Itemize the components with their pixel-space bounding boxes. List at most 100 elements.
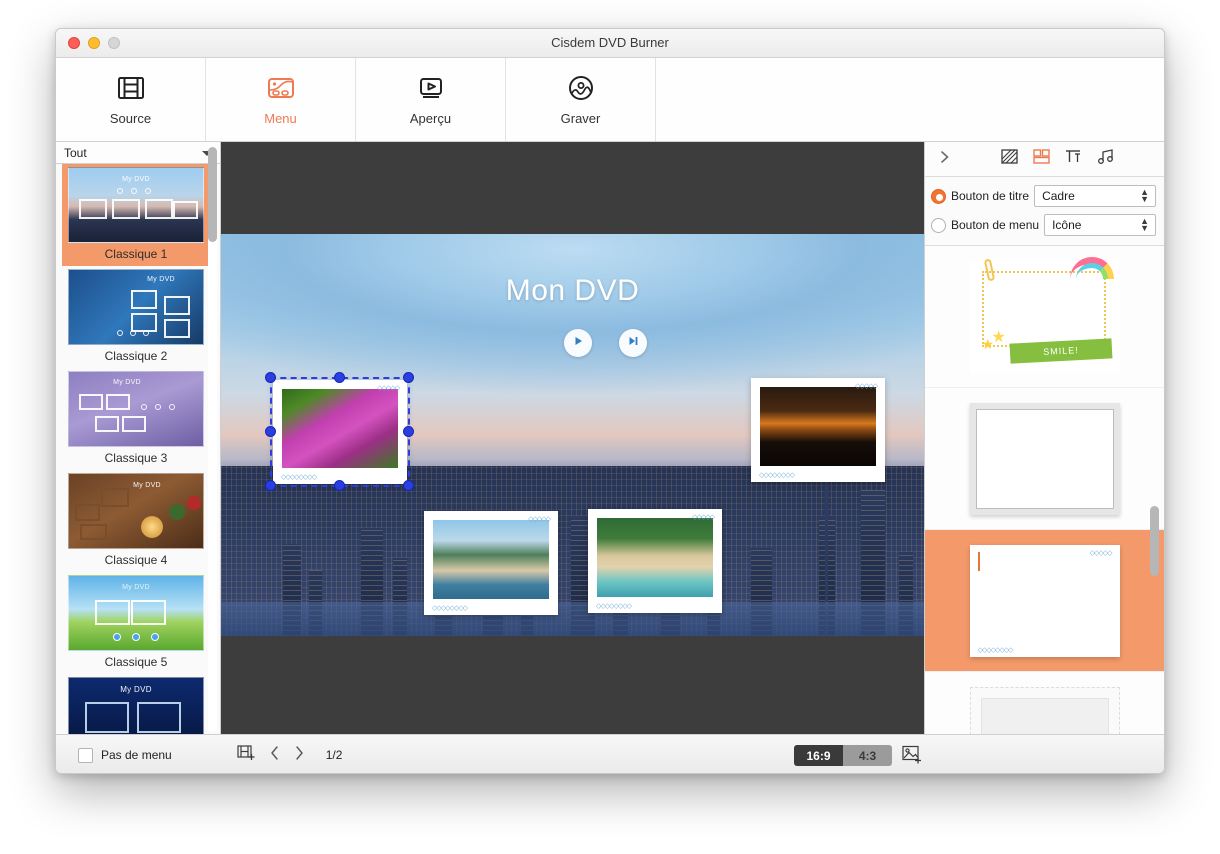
frame-preview-smile: ★ ★ SMILE! xyxy=(970,261,1120,373)
template-item-classique-3[interactable]: My DVD Classique 3 xyxy=(62,368,210,470)
aspect-ratio-4-3[interactable]: 4:3 xyxy=(843,745,892,766)
tab-layout[interactable] xyxy=(1025,143,1057,175)
stepper-icon: ▲▼ xyxy=(1140,189,1149,203)
resize-handle-e[interactable] xyxy=(403,426,414,437)
toolbar-label-menu: Menu xyxy=(264,111,297,126)
template-thumbnail: My DVD xyxy=(68,269,204,345)
template-item-classique-2[interactable]: My DVD Classique 2 xyxy=(62,266,210,368)
template-scrollbar-thumb[interactable] xyxy=(208,147,217,242)
toolbar-item-menu[interactable]: Menu xyxy=(206,58,356,141)
toolbar-item-source[interactable]: Source xyxy=(56,58,206,141)
add-image-button[interactable] xyxy=(901,744,923,770)
photo-frame-sunset[interactable]: ◇◇◇◇◇ ◇◇◇◇◇◇◇◇ xyxy=(751,378,885,482)
selection-box[interactable] xyxy=(270,377,410,487)
resize-handle-ne[interactable] xyxy=(403,372,414,383)
tab-text[interactable] xyxy=(1057,143,1089,175)
template-item-classique-4[interactable]: My DVD Classique 4 xyxy=(62,470,210,572)
frame-decoration-bottom: ◇◇◇◇◇◇◇◇ xyxy=(978,646,1013,654)
aspect-ratio-16-9[interactable]: 16:9 xyxy=(794,745,843,766)
template-list[interactable]: My DVD Classique 1 My DVD xyxy=(56,164,220,734)
template-filter-dropdown[interactable]: Tout xyxy=(56,142,220,164)
option-row-menu-button: Bouton de menu Icône ▲▼ xyxy=(931,213,1156,237)
frame-decoration-top: ◇◇◇◇◇ xyxy=(692,513,714,521)
frame-preview-orange: ◇◇◇◇◇ ◇◇◇◇◇◇◇◇ xyxy=(970,545,1120,657)
preview-canvas[interactable]: Mon DVD xyxy=(221,142,924,734)
add-scene-button[interactable] xyxy=(236,743,256,768)
layout-grid-icon xyxy=(1032,147,1051,171)
template-thumbnail: My DVD xyxy=(68,575,204,651)
inspector-panel: Bouton de titre Cadre ▲▼ Bouton de menu … xyxy=(924,142,1164,734)
frame-style-stamp[interactable] xyxy=(925,672,1164,734)
frame-style-smile[interactable]: ★ ★ SMILE! xyxy=(925,246,1164,388)
menu-title-text[interactable]: Mon DVD xyxy=(221,274,924,308)
chevron-right-icon xyxy=(937,149,953,170)
main-toolbar: Source Menu Ap xyxy=(56,58,1164,142)
next-scene-button[interactable] xyxy=(619,329,647,357)
app-window: Cisdem DVD Burner Source xyxy=(55,28,1165,774)
tab-background[interactable] xyxy=(993,143,1025,175)
frame-preview-inner xyxy=(978,552,980,571)
window-title: Cisdem DVD Burner xyxy=(56,35,1164,50)
panel-collapse-button[interactable] xyxy=(931,143,959,175)
toolbar-item-preview[interactable]: Aperçu xyxy=(356,58,506,141)
main-body: Tout My DVD Classique 1 xyxy=(56,142,1164,734)
template-name: Classique 2 xyxy=(62,345,210,368)
tab-music[interactable] xyxy=(1089,143,1121,175)
frame-preview-stamp xyxy=(970,687,1120,735)
photo-frame-beach[interactable]: ◇◇◇◇◇ ◇◇◇◇◇◇◇◇ xyxy=(588,509,722,613)
toolbar-label-preview: Aperçu xyxy=(410,111,451,126)
music-note-icon xyxy=(1096,147,1115,171)
template-filter-value: Tout xyxy=(64,146,87,160)
select-menu-button-style[interactable]: Icône ▲▼ xyxy=(1044,214,1156,236)
resize-handle-se[interactable] xyxy=(403,480,414,491)
bottom-toolbar: Pas de menu xyxy=(56,734,1164,774)
template-name: Classique 5 xyxy=(62,651,210,674)
page-indicator: 1/2 xyxy=(326,748,343,762)
select-title-button-value: Cadre xyxy=(1042,189,1075,203)
label-menu-button: Bouton de menu xyxy=(951,218,1039,232)
template-item-classique-1[interactable]: My DVD Classique 1 xyxy=(62,164,210,266)
select-menu-button-value: Icône xyxy=(1052,218,1081,232)
play-button[interactable] xyxy=(564,329,592,357)
template-thumbnail: My DVD xyxy=(68,677,204,734)
option-row-title-button: Bouton de titre Cadre ▲▼ xyxy=(931,184,1156,208)
photo-frame-seaside[interactable]: ◇◇◇◇◇ ◇◇◇◇◇◇◇◇ xyxy=(424,511,558,615)
template-thumbnail: My DVD xyxy=(68,371,204,447)
radio-title-button[interactable] xyxy=(931,189,946,204)
resize-handle-sw[interactable] xyxy=(265,480,276,491)
dvd-menu-stage[interactable]: Mon DVD xyxy=(221,234,924,636)
add-scene-icon xyxy=(236,743,256,768)
city-skyline-background xyxy=(221,466,924,636)
resize-handle-nw[interactable] xyxy=(265,372,276,383)
frame-style-orange[interactable]: ◇◇◇◇◇ ◇◇◇◇◇◇◇◇ xyxy=(925,530,1164,672)
photo-image-sunset xyxy=(760,387,876,466)
toolbar-label-burn: Graver xyxy=(561,111,601,126)
frame-decoration-bottom: ◇◇◇◇◇◇◇◇ xyxy=(596,602,631,610)
template-thumbnail: My DVD xyxy=(68,167,204,243)
template-item-classique-5[interactable]: My DVD Classique 5 xyxy=(62,572,210,674)
radio-menu-button[interactable] xyxy=(931,218,946,233)
frame-style-plain[interactable] xyxy=(925,388,1164,530)
menu-layout-icon xyxy=(266,73,296,103)
resize-handle-s[interactable] xyxy=(334,480,345,491)
frame-decoration-top: ◇◇◇◇◇ xyxy=(528,515,550,523)
no-menu-checkbox[interactable] xyxy=(78,748,93,763)
prev-page-button[interactable] xyxy=(268,745,282,766)
template-thumbnail: My DVD xyxy=(68,473,204,549)
resize-handle-w[interactable] xyxy=(265,426,276,437)
resize-handle-n[interactable] xyxy=(334,372,345,383)
toolbar-item-burn[interactable]: Graver xyxy=(506,58,656,141)
frame-list-scrollbar-thumb[interactable] xyxy=(1150,506,1159,576)
next-page-button[interactable] xyxy=(292,745,306,766)
frame-decoration-top: ◇◇◇◇◇ xyxy=(855,382,877,390)
toolbar-label-source: Source xyxy=(110,111,151,126)
title-bar: Cisdem DVD Burner xyxy=(56,29,1164,58)
select-title-button-style[interactable]: Cadre ▲▼ xyxy=(1034,185,1156,207)
frame-style-list[interactable]: ★ ★ SMILE! ◇◇◇◇◇ ◇◇◇◇◇◇◇◇ xyxy=(925,246,1164,734)
photo-image-beach xyxy=(597,518,713,597)
frame-decoration-top: ◇◇◇◇◇ xyxy=(1090,549,1112,557)
no-menu-label: Pas de menu xyxy=(101,748,172,762)
page-navigation: 1/2 xyxy=(268,745,343,766)
template-item-classique-6[interactable]: My DVD Classique 6 xyxy=(62,674,210,734)
background-pattern-icon xyxy=(1000,147,1019,171)
